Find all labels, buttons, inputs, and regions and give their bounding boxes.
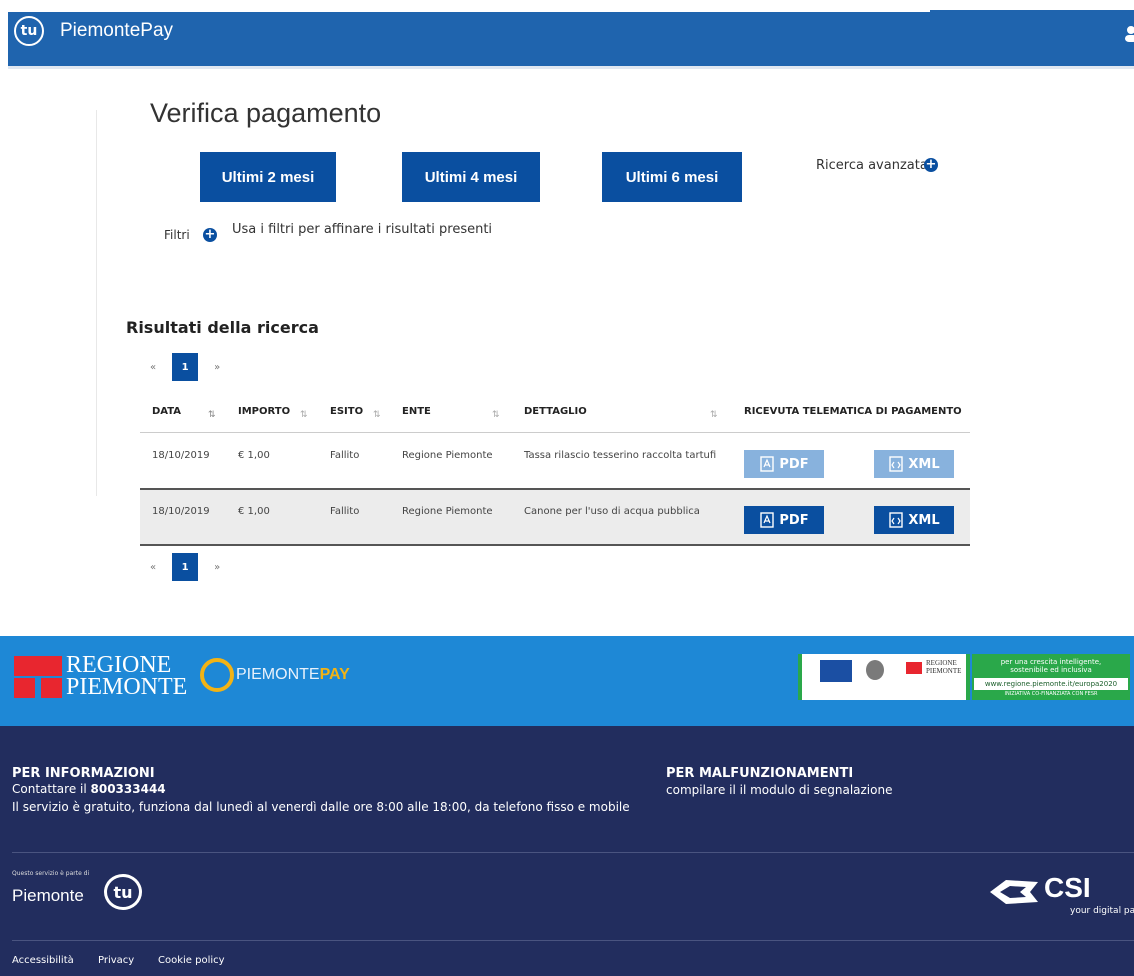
- footer: PER INFORMAZIONI Contattare il 800333444…: [0, 726, 1134, 976]
- sort-icon[interactable]: ⇅: [208, 410, 216, 420]
- table-row: 18/10/2019 € 1,00 Fallito Regione Piemon…: [140, 434, 970, 488]
- footer-divider: [12, 852, 1134, 853]
- pdf-label: PDF: [779, 512, 809, 528]
- pdf-download-button: PDF: [744, 450, 824, 478]
- pdf-icon: [760, 456, 775, 472]
- pagination-prev[interactable]: «: [150, 562, 156, 573]
- pdf-label: PDF: [779, 456, 809, 472]
- content-divider: [96, 110, 97, 496]
- column-header-ente[interactable]: ENTE: [402, 406, 431, 417]
- cell-outcome: Fallito: [330, 506, 360, 517]
- tu-logo-icon: tu: [104, 874, 142, 910]
- xml-icon: [889, 512, 904, 528]
- sort-icon[interactable]: ⇅: [373, 410, 381, 420]
- footer-logos-band: REGIONE PIEMONTE PIEMONTEPAY REGIONE PIEM…: [0, 636, 1134, 726]
- italy-emblem-icon: [866, 660, 884, 680]
- table-row: 18/10/2019 € 1,00 Fallito Regione Piemon…: [140, 490, 970, 544]
- results-title: Risultati della ricerca: [126, 318, 319, 337]
- regione-flag-icon: [14, 656, 62, 698]
- column-header-data[interactable]: DATA: [152, 406, 181, 417]
- row-divider: [140, 544, 970, 546]
- advanced-search-link[interactable]: Ricerca avanzata: [816, 158, 928, 173]
- brand-name[interactable]: PiemontePay: [60, 20, 173, 42]
- info-contact: Contattare il 800333444: [12, 782, 166, 796]
- cell-ente: Regione Piemonte: [402, 506, 493, 517]
- plus-icon[interactable]: +: [924, 158, 938, 172]
- top-header: tu PiemontePay: [0, 0, 1134, 69]
- column-header-ricevuta: RICEVUTA TELEMATICA DI PAGAMENTO: [744, 406, 962, 417]
- piemontepay-ring-icon: [200, 658, 234, 692]
- cell-detail: Tassa rilascio tesserino raccolta tartuf…: [524, 450, 717, 461]
- footer-link-accessibility[interactable]: Accessibilità: [12, 955, 74, 966]
- header-divider: [140, 432, 970, 433]
- cell-amount: € 1,00: [238, 450, 270, 461]
- csi-logo-icon: [990, 880, 1038, 904]
- xml-label: XML: [908, 456, 940, 472]
- tu-logo-icon[interactable]: tu: [14, 16, 44, 46]
- column-header-esito[interactable]: ESITO: [330, 406, 363, 417]
- page-title: Verifica pagamento: [150, 98, 382, 128]
- csi-tagline: your digital partner: [1070, 906, 1134, 916]
- plus-icon[interactable]: +: [203, 228, 217, 242]
- filters-description: Usa i filtri per affinare i risultati pr…: [232, 222, 493, 237]
- pagination-top: « 1 »: [150, 352, 220, 382]
- xml-icon: [889, 456, 904, 472]
- cell-date: 18/10/2019: [152, 450, 210, 461]
- xml-label: XML: [908, 512, 940, 528]
- sort-icon[interactable]: ⇅: [300, 410, 308, 420]
- cell-date: 18/10/2019: [152, 506, 210, 517]
- header-bar-right: [930, 10, 1134, 64]
- column-header-importo[interactable]: IMPORTO: [238, 406, 290, 417]
- piemontepay-footer-logo[interactable]: PIEMONTEPAY: [236, 666, 350, 684]
- last-6-months-button[interactable]: Ultimi 6 mesi: [602, 152, 742, 202]
- cell-detail: Canone per l'uso di acqua pubblica: [524, 506, 700, 517]
- info-phone-number[interactable]: 800333444: [91, 782, 166, 796]
- pdf-icon: [760, 512, 775, 528]
- pagination-prev[interactable]: «: [150, 362, 156, 373]
- pagination-next[interactable]: »: [214, 562, 220, 573]
- sort-icon[interactable]: ⇅: [710, 410, 718, 420]
- pagination-next[interactable]: »: [214, 362, 220, 373]
- eu-logos-box: REGIONE PIEMONTE: [798, 654, 970, 700]
- cell-ente: Regione Piemonte: [402, 450, 493, 461]
- regione-small-logo: REGIONE PIEMONTE: [926, 659, 962, 675]
- last-2-months-button[interactable]: Ultimi 2 mesi: [200, 152, 336, 202]
- europa2020-banner: per una crescita intelligente, sostenibil…: [972, 654, 1130, 700]
- footer-link-privacy[interactable]: Privacy: [98, 955, 134, 966]
- csi-logo[interactable]: CSI: [1044, 872, 1091, 904]
- pagination-bottom: « 1 »: [150, 552, 220, 582]
- malfunction-title: PER MALFUNZIONAMENTI: [666, 766, 854, 781]
- malfunction-link[interactable]: compilare il il modulo di segnalazione: [666, 783, 892, 797]
- regione-piemonte-logo[interactable]: REGIONE PIEMONTE: [66, 653, 187, 699]
- sort-icon[interactable]: ⇅: [492, 410, 500, 420]
- column-header-dettaglio[interactable]: DETTAGLIO: [524, 406, 587, 417]
- piemonte-tu-logo[interactable]: Piemonte: [12, 886, 84, 906]
- eu-flag-icon: [820, 660, 852, 682]
- info-title: PER INFORMAZIONI: [12, 766, 155, 781]
- xml-download-button: XML: [874, 450, 954, 478]
- piemonte-tu-caption: Questo servizio è parte di: [12, 870, 90, 877]
- pagination-page-1[interactable]: 1: [172, 353, 199, 381]
- pagination-page-1[interactable]: 1: [172, 553, 199, 581]
- pdf-download-button[interactable]: PDF: [744, 506, 824, 534]
- last-4-months-button[interactable]: Ultimi 4 mesi: [402, 152, 540, 202]
- header-shadow: [8, 66, 1134, 69]
- user-icon[interactable]: [1122, 26, 1134, 42]
- xml-download-button[interactable]: XML: [874, 506, 954, 534]
- footer-link-cookie-policy[interactable]: Cookie policy: [158, 955, 225, 966]
- info-text: Il servizio è gratuito, funziona dal lun…: [12, 800, 630, 814]
- footer-divider: [12, 940, 1134, 941]
- filters-toggle[interactable]: Filtri: [164, 228, 190, 242]
- cell-amount: € 1,00: [238, 506, 270, 517]
- regione-small-flag-icon: [906, 662, 922, 674]
- cell-outcome: Fallito: [330, 450, 360, 461]
